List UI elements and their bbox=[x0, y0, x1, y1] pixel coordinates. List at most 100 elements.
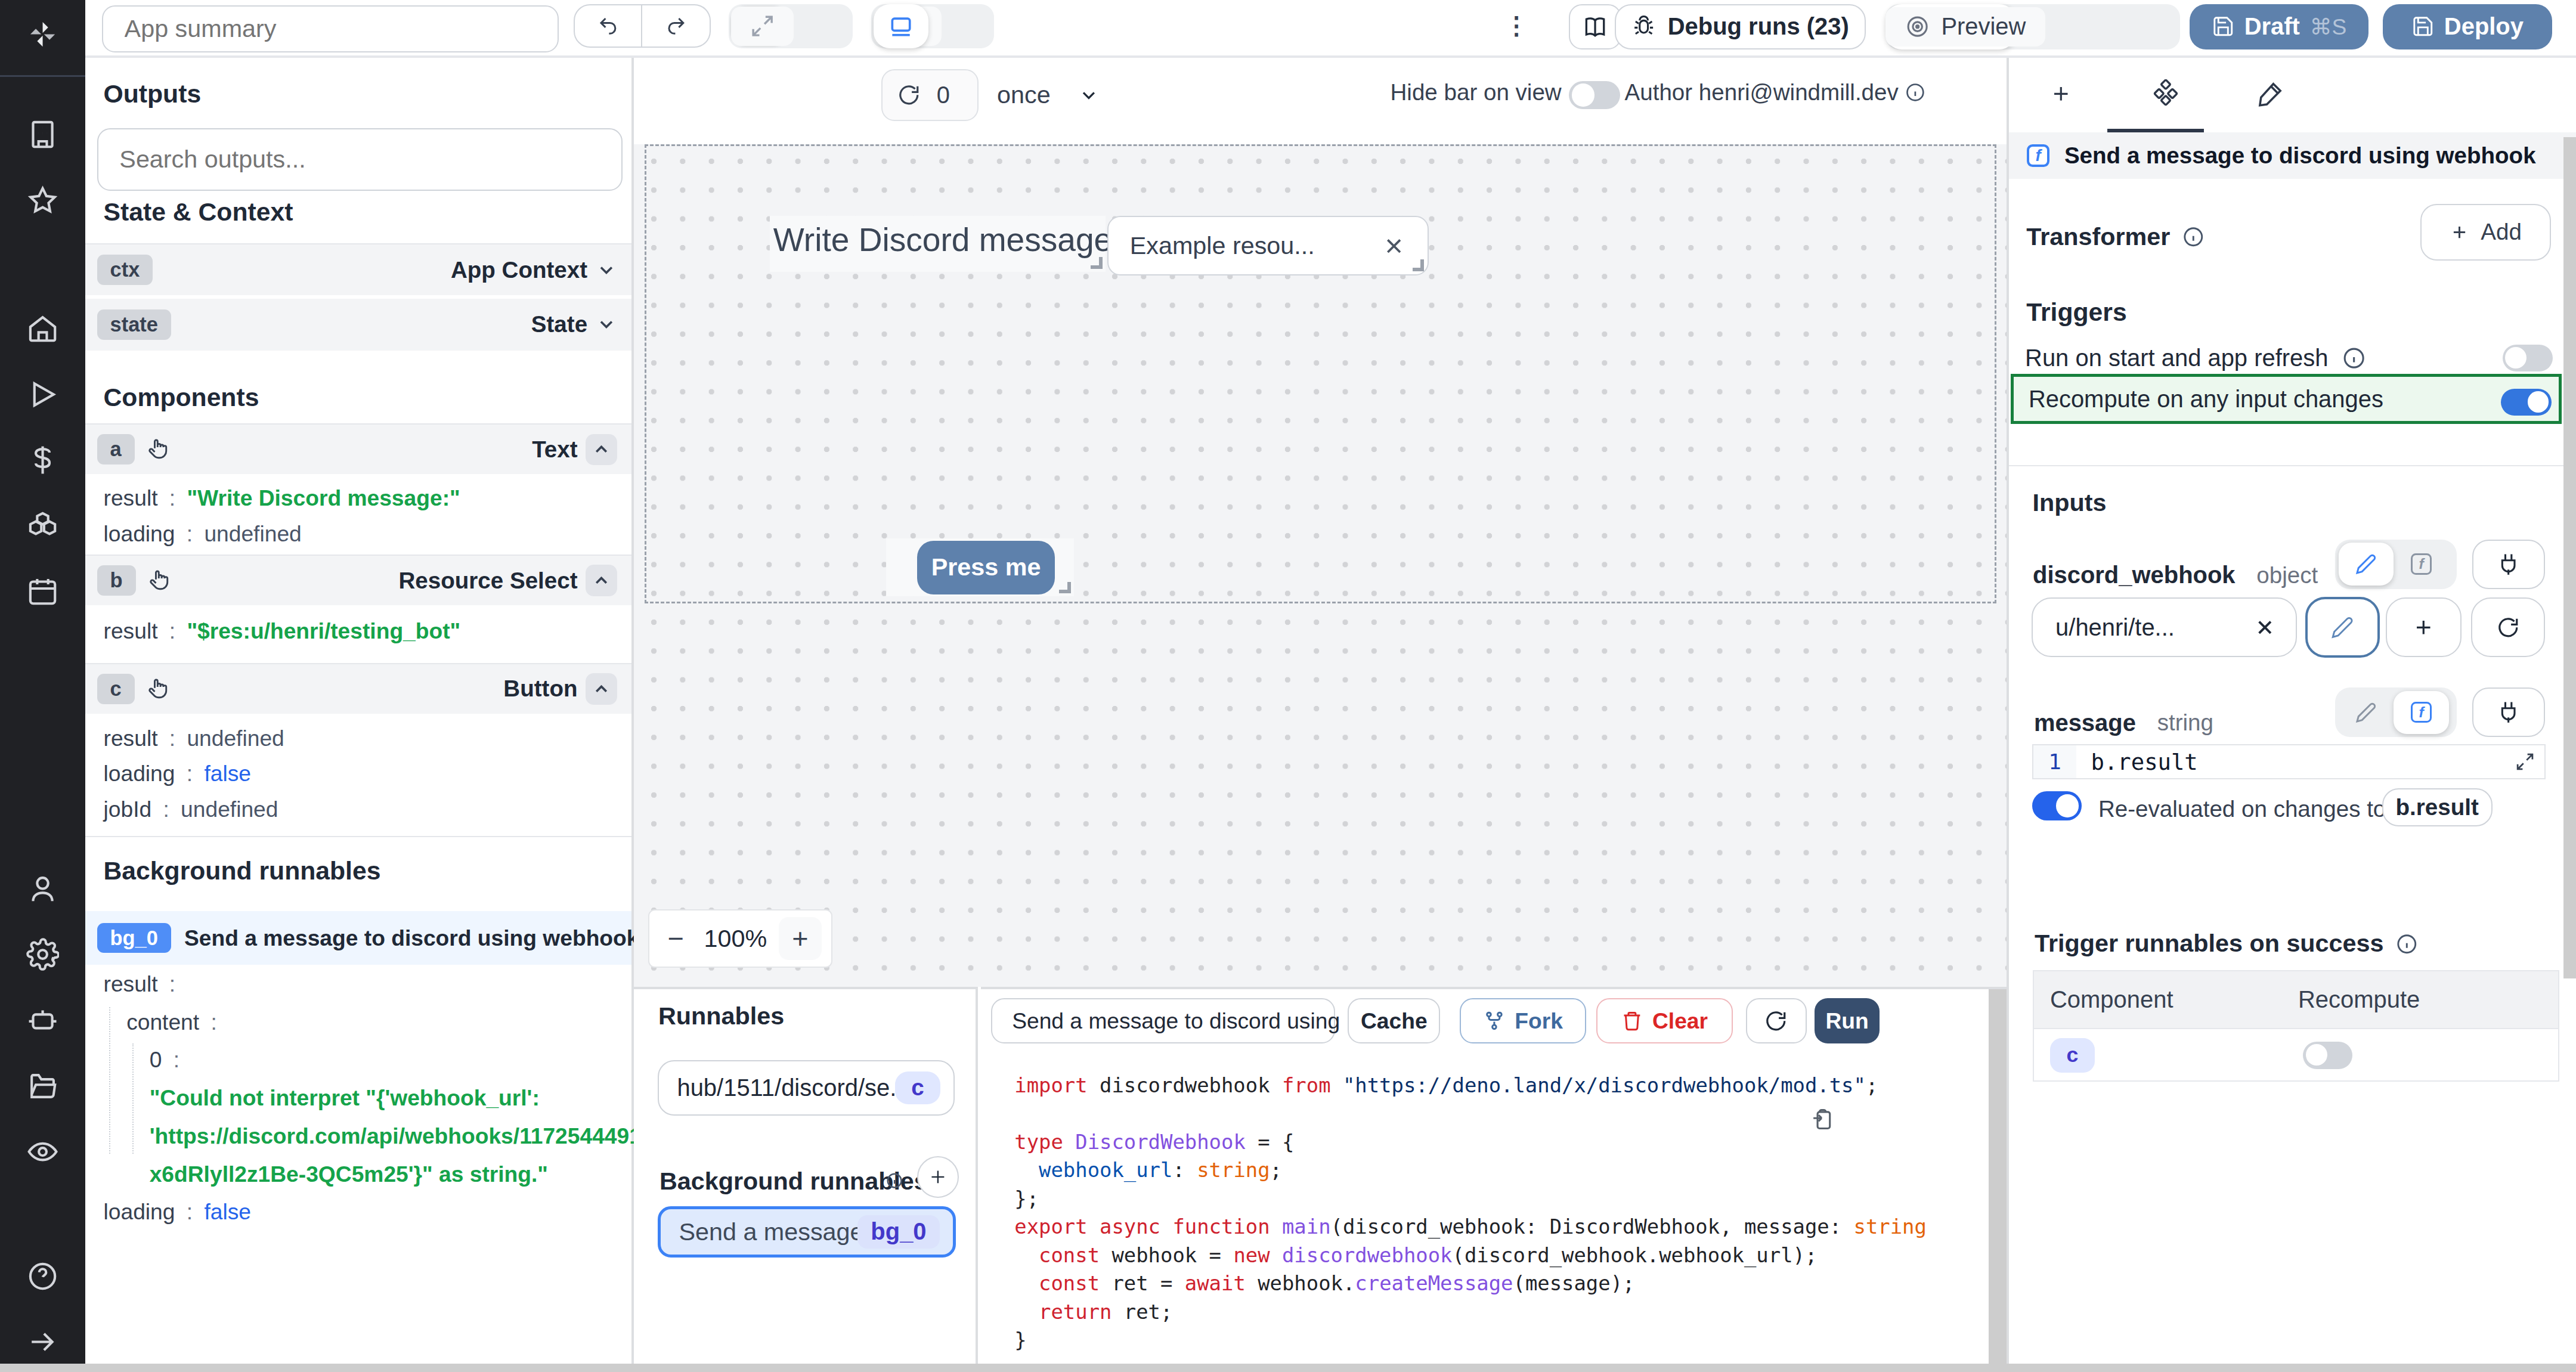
reeval-toggle[interactable] bbox=[2032, 791, 2082, 820]
fork-button[interactable]: Fork bbox=[1460, 998, 1586, 1043]
folder-icon[interactable] bbox=[26, 1070, 59, 1102]
press-me-button[interactable]: Press me bbox=[917, 541, 1055, 594]
dw-fx-mode-button[interactable]: f bbox=[2394, 543, 2449, 586]
settings-tab-icon[interactable] bbox=[2151, 79, 2180, 108]
reeval-label: Re-evaluated on changes to: bbox=[2098, 796, 2392, 822]
reload-script-button[interactable] bbox=[1746, 998, 1807, 1043]
horizontal-scrollbar[interactable] bbox=[0, 1364, 2576, 1372]
search-outputs-input[interactable] bbox=[97, 128, 623, 191]
component-row-a[interactable]: a Text bbox=[85, 423, 631, 474]
resize-handle[interactable] bbox=[1091, 257, 1102, 268]
c-result-line: result:undefined bbox=[104, 726, 284, 751]
bot-icon[interactable] bbox=[26, 1004, 59, 1036]
building-icon[interactable] bbox=[26, 118, 59, 151]
selected-background-runnable[interactable]: Send a message... bg_0 bbox=[658, 1206, 956, 1257]
canvas-zoom-control: − 100% + bbox=[648, 909, 832, 968]
dw-static-mode-button[interactable] bbox=[2339, 543, 2394, 586]
gear-icon[interactable] bbox=[26, 938, 59, 971]
message-connect-button[interactable] bbox=[2472, 687, 2545, 737]
play-icon[interactable] bbox=[26, 378, 59, 411]
collapse-a-button[interactable] bbox=[586, 434, 617, 465]
code-area[interactable]: import discordwebhook from "https://deno… bbox=[1014, 1071, 1986, 1364]
runnable-path: hub/1511/discord/se... bbox=[677, 1074, 894, 1101]
resize-handle[interactable] bbox=[1059, 582, 1070, 593]
rotate-icon bbox=[2497, 616, 2520, 639]
help-icon[interactable] bbox=[26, 1260, 59, 1293]
chevron-down-icon[interactable] bbox=[596, 314, 617, 335]
zoom-in-button[interactable]: + bbox=[779, 917, 822, 960]
run-on-start-toggle[interactable] bbox=[2503, 345, 2553, 371]
b-type-label: Resource Select bbox=[398, 568, 577, 594]
component-row-c[interactable]: c Button bbox=[85, 663, 631, 714]
more-menu-button[interactable]: ⋮ bbox=[1503, 11, 1530, 48]
close-icon[interactable] bbox=[2253, 616, 2277, 639]
undo-button[interactable] bbox=[574, 4, 642, 48]
selected-runnable-name: Send a message... bbox=[679, 1218, 857, 1246]
add-background-runnable-button[interactable] bbox=[917, 1156, 959, 1198]
app-summary-input[interactable] bbox=[102, 5, 559, 52]
calendar-icon[interactable] bbox=[26, 575, 59, 608]
clipboard-icon[interactable] bbox=[1810, 1108, 1835, 1132]
chevron-down-icon bbox=[1078, 85, 1100, 106]
clear-button[interactable]: Clear bbox=[1596, 998, 1732, 1043]
hide-bar-toggle[interactable] bbox=[1569, 81, 1621, 109]
component-row-b[interactable]: b Resource Select bbox=[85, 555, 631, 605]
main-runnable-item[interactable]: hub/1511/discord/se... c bbox=[658, 1060, 955, 1116]
expand-icon[interactable] bbox=[2515, 752, 2535, 772]
boxes-icon[interactable] bbox=[26, 509, 59, 542]
windmill-logo[interactable] bbox=[26, 18, 59, 51]
fullwidth-button[interactable] bbox=[731, 7, 793, 46]
clear-select-icon[interactable] bbox=[1382, 234, 1406, 258]
output-row-ctx[interactable]: ctx App Context bbox=[85, 243, 631, 295]
vertical-scrollbar[interactable] bbox=[2563, 137, 2576, 978]
redo-button[interactable] bbox=[642, 4, 711, 48]
dw-edit-resource-button[interactable] bbox=[2305, 597, 2380, 658]
add-transformer-button[interactable]: Add bbox=[2420, 204, 2551, 261]
schedule-dropdown[interactable]: once bbox=[997, 69, 1100, 122]
recompute-toggle[interactable] bbox=[2501, 389, 2552, 416]
theme-tab-icon[interactable] bbox=[2256, 80, 2284, 108]
resize-handle[interactable] bbox=[1413, 259, 1424, 271]
c-badge: c bbox=[97, 674, 135, 704]
text-component-cell[interactable]: Write Discord message: bbox=[770, 216, 1106, 272]
dw-connect-button[interactable] bbox=[2472, 540, 2545, 589]
eye-icon[interactable] bbox=[26, 1135, 59, 1168]
resource-select-cell[interactable]: Example resou... bbox=[1107, 216, 1429, 275]
device-toggle-group bbox=[871, 4, 994, 48]
user-icon[interactable] bbox=[26, 872, 59, 905]
add-component-tab-icon[interactable] bbox=[2049, 82, 2073, 106]
arrow-right-icon[interactable] bbox=[26, 1325, 59, 1358]
zoom-out-button[interactable]: − bbox=[660, 922, 692, 955]
cache-button[interactable]: Cache bbox=[1348, 998, 1440, 1043]
run-button[interactable]: Run bbox=[1815, 998, 1880, 1043]
info-icon bbox=[2182, 225, 2205, 249]
desktop-view-button[interactable] bbox=[874, 4, 928, 48]
dw-resource-input[interactable]: u/henri/te... bbox=[2032, 597, 2298, 657]
output-row-state[interactable]: state State bbox=[85, 299, 631, 351]
draft-button[interactable]: Draft ⌘S bbox=[2190, 4, 2368, 49]
script-title-input[interactable]: Send a message to discord using bbox=[991, 998, 1335, 1043]
refresh-count-box[interactable]: 0 bbox=[881, 69, 979, 121]
home-icon[interactable] bbox=[26, 312, 59, 345]
dw-refresh-resource-button[interactable] bbox=[2471, 597, 2545, 657]
message-fx-mode-button[interactable]: f bbox=[2394, 691, 2449, 734]
reeval-chip[interactable]: b.result bbox=[2382, 788, 2493, 826]
collapse-b-button[interactable] bbox=[586, 565, 617, 596]
dollar-icon[interactable] bbox=[26, 444, 59, 476]
code-line: export async function main(discord_webho… bbox=[1014, 1213, 1986, 1241]
debug-runs-button[interactable]: Debug runs (23) bbox=[1615, 4, 1866, 49]
collapse-c-button[interactable] bbox=[586, 673, 617, 704]
message-expr-editor[interactable]: 1 b.result bbox=[2032, 744, 2546, 779]
chevron-down-icon[interactable] bbox=[596, 259, 617, 281]
dw-add-resource-button[interactable] bbox=[2386, 597, 2461, 657]
docs-button[interactable] bbox=[1569, 4, 1621, 49]
preview-tab[interactable]: Preview bbox=[1885, 7, 2046, 47]
refresh-icon bbox=[1764, 1009, 1788, 1033]
message-static-mode-button[interactable] bbox=[2339, 691, 2394, 734]
row-recompute-toggle[interactable] bbox=[2303, 1042, 2352, 1069]
plug-icon bbox=[2496, 552, 2521, 577]
code-scrollbar[interactable] bbox=[1989, 989, 2006, 1364]
deploy-button[interactable]: Deploy bbox=[2383, 4, 2552, 49]
bg-runnable-row[interactable]: bg_0 Send a message to discord using web… bbox=[85, 911, 631, 965]
star-icon[interactable] bbox=[26, 184, 59, 217]
